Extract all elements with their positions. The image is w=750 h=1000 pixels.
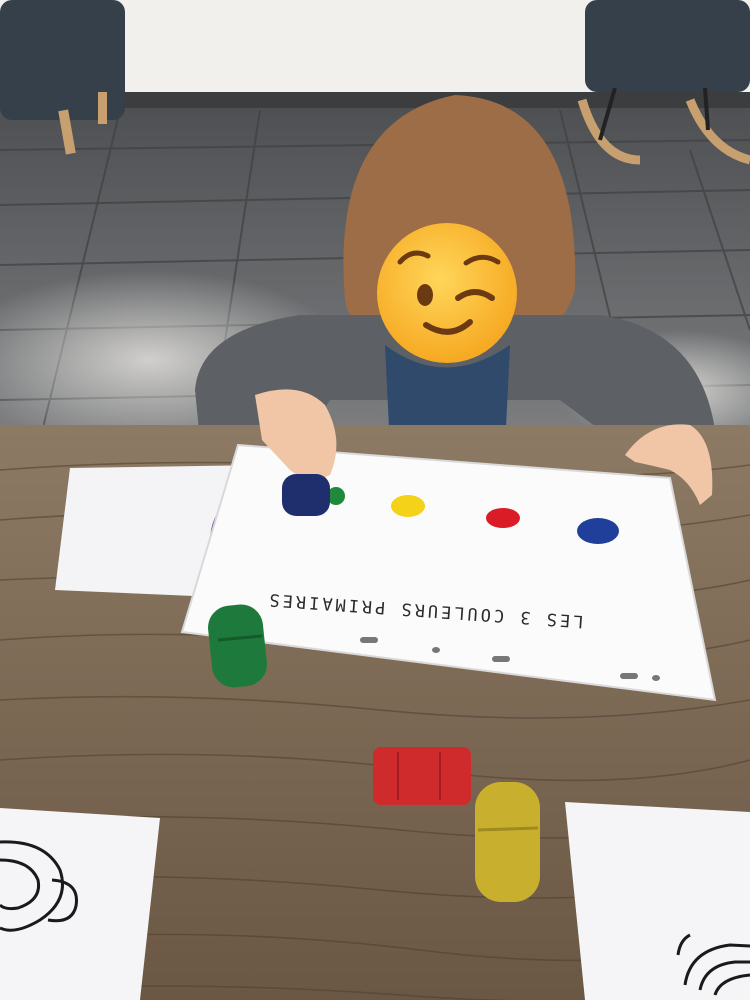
paper-sheet-bottom-right — [565, 802, 750, 1000]
red-paint-dot — [486, 508, 520, 528]
blue-paint-dot — [577, 518, 619, 544]
green-cork-stamp — [208, 604, 267, 688]
yellow-cork-stamp — [475, 782, 540, 902]
red-cork-stamp — [373, 747, 471, 805]
winking-face-emoji-icon — [377, 223, 517, 363]
photo-illustration — [0, 0, 750, 1000]
blue-cork-stamp — [282, 474, 330, 516]
photo-scene: LES 3 COULEURS PRIMAIRES — [0, 0, 750, 1000]
yellow-paint-dot — [391, 495, 425, 517]
